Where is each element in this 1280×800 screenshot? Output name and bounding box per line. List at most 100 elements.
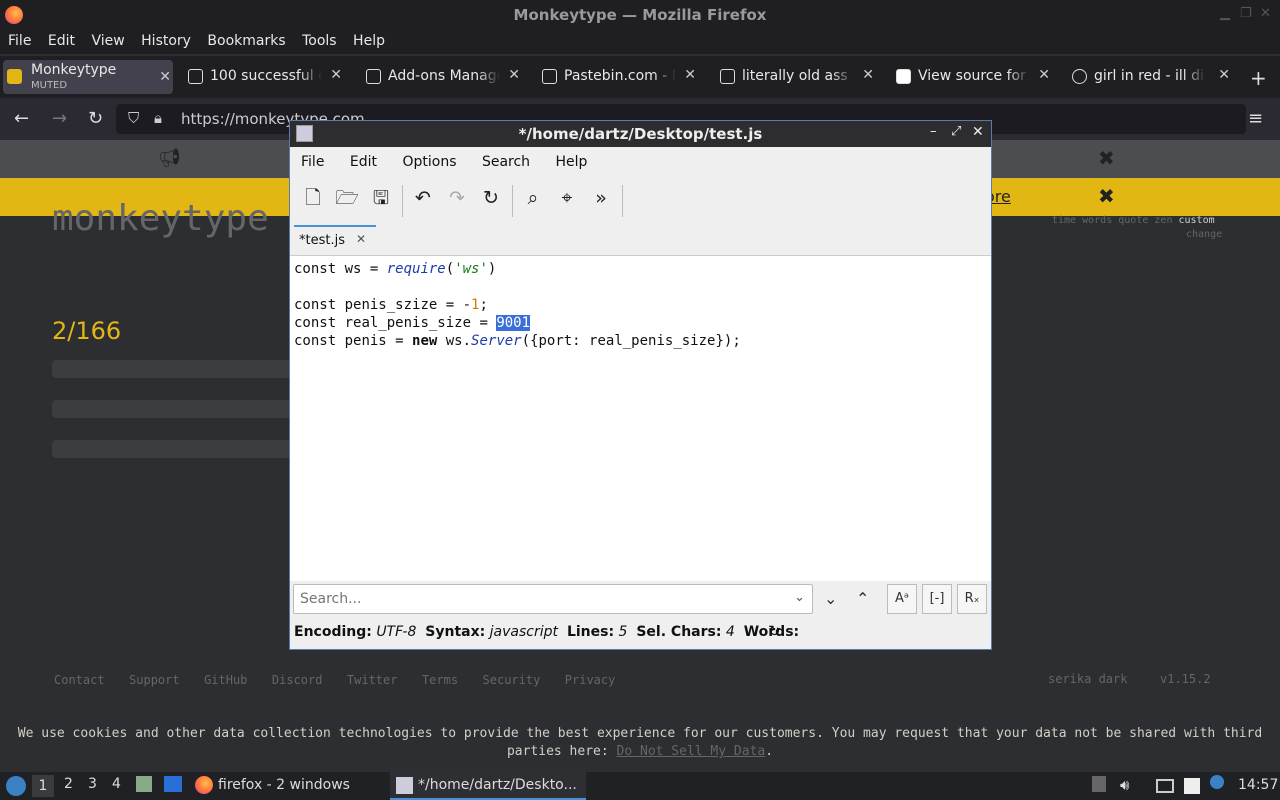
file-tab-close-icon[interactable]: ✕: [356, 232, 366, 246]
editor-maximize-icon[interactable]: ⤢: [951, 124, 961, 139]
match-case-icon[interactable]: Aᵃ: [887, 584, 917, 614]
mode-time[interactable]: time: [1052, 215, 1076, 226]
minimize-icon[interactable]: ▁: [1220, 6, 1230, 21]
editor-menu-search[interactable]: Search: [482, 147, 530, 177]
browser-titlebar: Monkeytype — Mozilla Firefox ▁ ❐ ✕: [0, 0, 1280, 30]
notification-icon[interactable]: [1210, 775, 1224, 789]
editor-menu-options[interactable]: Options: [402, 147, 456, 177]
workspace-4[interactable]: 4: [112, 776, 121, 792]
tab-successful[interactable]: 100 successful co ✕: [184, 60, 344, 94]
footer-terms[interactable]: Terms: [422, 673, 458, 687]
editor-menu-edit[interactable]: Edit: [350, 147, 377, 177]
footer-contact[interactable]: Contact: [54, 673, 105, 687]
back-icon[interactable]: ←: [14, 108, 29, 129]
workspace-2[interactable]: 2: [64, 776, 73, 792]
close-banner-icon[interactable]: ✖: [1098, 184, 1115, 208]
lines-value: 5: [618, 624, 628, 640]
footer-twitter[interactable]: Twitter: [347, 673, 398, 687]
tab-close-icon[interactable]: ✕: [508, 67, 520, 83]
forward-icon[interactable]: →: [52, 108, 67, 129]
menu-edit[interactable]: Edit: [48, 30, 75, 52]
mode-quote[interactable]: quote: [1118, 215, 1148, 226]
tab-monkeytype[interactable]: Monkeytype MUTED ✕: [3, 60, 173, 94]
tab-close-icon[interactable]: ✕: [1218, 67, 1230, 83]
find-replace-icon[interactable]: ⌖: [554, 185, 580, 211]
volume-icon[interactable]: 🔊︎: [1120, 776, 1129, 794]
editor-menu-file[interactable]: File: [301, 147, 324, 177]
tab-pastebin[interactable]: Pastebin.com - No ✕: [538, 60, 698, 94]
refresh-word-count-icon[interactable]: ↻: [768, 622, 781, 640]
editor-menu-help[interactable]: Help: [556, 147, 588, 177]
reload-file-icon[interactable]: ↻: [478, 185, 504, 211]
new-file-icon[interactable]: 🗋︎: [300, 185, 326, 211]
menu-view[interactable]: View: [91, 30, 124, 52]
mode-custom[interactable]: custom: [1179, 215, 1215, 226]
shield-icon[interactable]: ⛉: [128, 109, 139, 127]
close-icon[interactable]: ✕: [1260, 6, 1271, 21]
match-whole-word-icon[interactable]: [-]: [922, 584, 952, 614]
reload-icon[interactable]: ↻: [88, 108, 103, 129]
tab-literally[interactable]: literally old ass ho ✕: [716, 60, 876, 94]
footer-privacy[interactable]: Privacy: [565, 673, 616, 687]
more-icon[interactable]: »: [588, 185, 614, 211]
tab-close-icon[interactable]: ✕: [1038, 67, 1050, 83]
code-editor[interactable]: const ws = require('ws') const penis_szi…: [290, 255, 991, 581]
firefox-task[interactable]: firefox - 2 windows: [218, 777, 350, 793]
google-icon: [1072, 69, 1087, 84]
file-tab[interactable]: *test.js ✕: [294, 225, 376, 255]
tab-addons[interactable]: Add-ons Manager ✕: [362, 60, 522, 94]
menu-tools[interactable]: Tools: [302, 30, 337, 52]
lock-icon[interactable]: 🔒︎: [154, 109, 162, 127]
code-line-4: const real_penis_size = 9001: [294, 315, 531, 331]
regex-icon[interactable]: Rₓ: [957, 584, 987, 614]
open-file-icon[interactable]: 🗁︎: [334, 185, 360, 211]
editor-close-icon[interactable]: ✕: [972, 124, 984, 140]
tab-close-icon[interactable]: ✕: [159, 69, 171, 85]
theme-name[interactable]: serika dark: [1048, 672, 1127, 686]
menu-file[interactable]: File: [8, 30, 31, 52]
search-input[interactable]: [294, 585, 774, 613]
show-desktop-icon[interactable]: [164, 776, 182, 792]
tab-label: literally old ass ho: [742, 68, 854, 84]
do-not-sell-link[interactable]: Do Not Sell My Data: [617, 744, 766, 759]
tab-close-icon[interactable]: ✕: [862, 67, 874, 83]
mode-zen[interactable]: zen: [1154, 215, 1172, 226]
version-label[interactable]: v1.15.2: [1160, 672, 1211, 686]
clipboard-icon[interactable]: [1184, 778, 1200, 794]
start-menu-icon[interactable]: [6, 776, 26, 796]
footer-support[interactable]: Support: [129, 673, 180, 687]
search-next-icon[interactable]: ⌄: [824, 589, 837, 608]
save-file-icon[interactable]: 🖫︎: [368, 185, 394, 211]
footer-github[interactable]: GitHub: [204, 673, 247, 687]
editor-minimize-icon[interactable]: –: [930, 124, 937, 139]
workspace-3[interactable]: 3: [88, 776, 97, 792]
editor-titlebar[interactable]: */home/dartz/Desktop/test.js – ⤢ ✕: [290, 121, 991, 147]
redo-icon[interactable]: ↷: [444, 185, 470, 211]
tab-close-icon[interactable]: ✕: [684, 67, 696, 83]
tab-girl-in-red[interactable]: girl in red - ill die ✕: [1068, 60, 1232, 94]
monkeytype-logo[interactable]: monkeytype: [52, 198, 269, 239]
menu-history[interactable]: History: [141, 30, 191, 52]
change-link[interactable]: change: [1186, 229, 1222, 240]
undo-icon[interactable]: ↶: [410, 185, 436, 211]
footer-security[interactable]: Security: [483, 673, 541, 687]
tab-close-icon[interactable]: ✕: [330, 67, 342, 83]
close-announcement-icon[interactable]: ✖: [1098, 146, 1115, 170]
search-history-dropdown-icon[interactable]: ⌄: [794, 590, 805, 605]
footer-discord[interactable]: Discord: [272, 673, 323, 687]
search-previous-icon[interactable]: ⌃: [856, 589, 869, 608]
workspace-1[interactable]: 1: [32, 775, 54, 797]
new-tab-icon[interactable]: +: [1250, 66, 1267, 90]
maximize-icon[interactable]: ❐: [1240, 6, 1252, 21]
megaphone-icon: 📢︎: [158, 148, 181, 169]
tab-view-source[interactable]: View source for Th ✕: [892, 60, 1052, 94]
file-manager-icon[interactable]: [136, 776, 152, 792]
menu-bookmarks[interactable]: Bookmarks: [207, 30, 285, 52]
mode-words[interactable]: words: [1082, 215, 1112, 226]
hamburger-menu-icon[interactable]: ≡: [1248, 108, 1263, 129]
tray-icon[interactable]: [1092, 776, 1106, 792]
menu-help[interactable]: Help: [353, 30, 385, 52]
find-icon[interactable]: ⌕: [520, 185, 546, 211]
network-icon[interactable]: [1156, 779, 1174, 793]
editor-task-button[interactable]: */home/dartz/Deskto...: [390, 772, 586, 800]
